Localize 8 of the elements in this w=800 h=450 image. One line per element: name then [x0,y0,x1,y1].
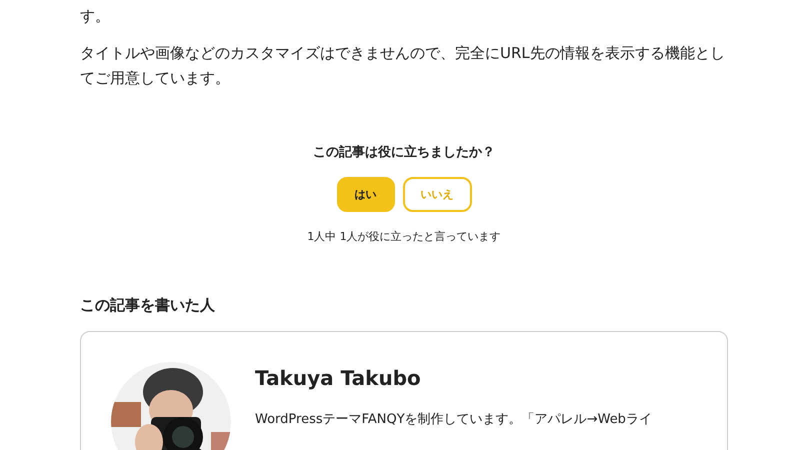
author-name: Takuya Takubo [255,366,422,390]
feedback-count: 1人中 1人が役に立ったと言っています [307,229,501,244]
section-heading: この記事を書いた人 [80,296,216,315]
author-bio: WordPressテーマFANQYを制作しています。「アパレル→Webライ [255,411,652,428]
paragraph: す。 [80,6,111,27]
feedback-question: この記事は役に立ちましたか？ [313,144,495,161]
paragraph: タイトルや画像などのカスタマイズはできませんので、完全にURL先の情報を表示する機能としてご用意しています。 [80,43,726,89]
yes-button[interactable]: はい [336,177,394,212]
